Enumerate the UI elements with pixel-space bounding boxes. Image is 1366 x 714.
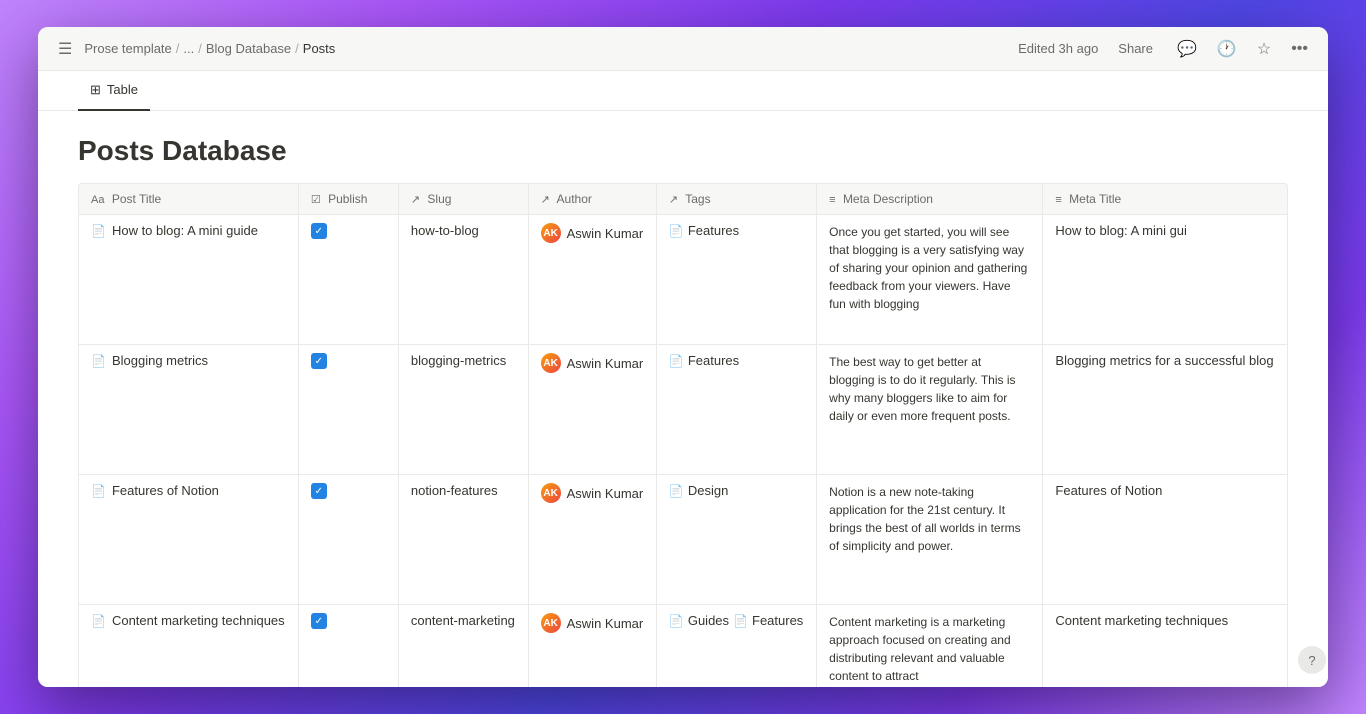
tag-icon: ↗ <box>669 194 678 206</box>
breadcrumb-item-posts[interactable]: Posts <box>303 41 336 56</box>
checkbox-1[interactable]: ✓ <box>311 353 327 369</box>
tabs-bar: ⊞ Table <box>38 71 1328 111</box>
cell-meta-title-2: Features of Notion <box>1043 475 1287 605</box>
help-button[interactable]: ? <box>1298 646 1326 674</box>
cell-meta-desc-0: Once you get started, you will see that … <box>817 215 1043 345</box>
content-area: ⊞ Table Posts Database Aa Post Title <box>38 71 1328 687</box>
tag-doc-icon-3b: 📄 <box>733 614 748 628</box>
page-title: Posts Database <box>78 135 1288 167</box>
menu-icon[interactable]: ☰ <box>54 35 76 63</box>
breadcrumb-item-prose[interactable]: Prose template <box>84 41 171 56</box>
tag-doc-icon-3a: 📄 <box>669 614 684 628</box>
page-content: Posts Database Aa Post Title ☑ Publish <box>38 111 1328 687</box>
person-icon: ↗ <box>541 194 550 206</box>
text-icon: Aa <box>91 194 104 206</box>
titlebar: ☰ Prose template / ... / Blog Database /… <box>38 27 1328 71</box>
doc-icon-1: 📄 <box>91 354 106 368</box>
checkbox-2[interactable]: ✓ <box>311 483 327 499</box>
tag-doc-icon-1: 📄 <box>669 354 684 368</box>
avatar-1: AK <box>541 353 561 373</box>
comment-icon[interactable]: 💬 <box>1173 35 1201 63</box>
col-tags: ↗ Tags <box>656 184 816 215</box>
cell-slug-1: blogging-metrics <box>398 345 528 475</box>
table-row: 📄 Features of Notion ✓ notion-features <box>79 475 1287 605</box>
posts-table: Aa Post Title ☑ Publish ↗ Slug <box>78 183 1288 687</box>
app-window: ☰ Prose template / ... / Blog Database /… <box>38 27 1328 687</box>
table-icon: ⊞ <box>90 82 101 98</box>
breadcrumb-sep-1: / <box>176 41 180 56</box>
checkbox-icon: ☑ <box>311 194 321 206</box>
avatar-2: AK <box>541 483 561 503</box>
titlebar-right: Edited 3h ago Share 💬 🕐 ☆ ••• <box>1018 35 1312 63</box>
checkbox-3[interactable]: ✓ <box>311 613 327 629</box>
cell-publish-1[interactable]: ✓ <box>298 345 398 475</box>
breadcrumb: Prose template / ... / Blog Database / P… <box>84 41 335 56</box>
tab-table[interactable]: ⊞ Table <box>78 71 150 111</box>
cell-publish-2[interactable]: ✓ <box>298 475 398 605</box>
cell-tags-1: 📄Features <box>656 345 816 475</box>
col-author: ↗ Author <box>528 184 656 215</box>
list-icon: ≡ <box>829 194 835 206</box>
col-publish: ☑ Publish <box>298 184 398 215</box>
cell-slug-3: content-marketing <box>398 605 528 688</box>
breadcrumb-item-ellipsis[interactable]: ... <box>183 41 194 56</box>
cell-author-3[interactable]: AK Aswin Kumar <box>528 605 656 688</box>
table-header-row: Aa Post Title ☑ Publish ↗ Slug <box>79 184 1287 215</box>
history-icon[interactable]: 🕐 <box>1213 35 1241 63</box>
breadcrumb-sep-2: / <box>198 41 202 56</box>
cell-author-1[interactable]: AK Aswin Kumar <box>528 345 656 475</box>
col-meta-description: ≡ Meta Description <box>817 184 1043 215</box>
cell-slug-0: how-to-blog <box>398 215 528 345</box>
cell-tags-0: 📄Features <box>656 215 816 345</box>
cell-slug-2: notion-features <box>398 475 528 605</box>
avatar-3: AK <box>541 613 561 633</box>
table-row: 📄 Content marketing techniques ✓ content… <box>79 605 1287 688</box>
doc-icon-0: 📄 <box>91 224 106 238</box>
cell-title-0[interactable]: 📄 How to blog: A mini guide <box>79 215 298 345</box>
breadcrumb-sep-3: / <box>295 41 299 56</box>
cell-title-1[interactable]: 📄 Blogging metrics <box>79 345 298 475</box>
doc-icon-2: 📄 <box>91 484 106 498</box>
cell-meta-desc-1: The best way to get better at blogging i… <box>817 345 1043 475</box>
titlebar-left: ☰ Prose template / ... / Blog Database /… <box>54 35 335 63</box>
table-row: 📄 Blogging metrics ✓ blogging-metrics <box>79 345 1287 475</box>
share-button[interactable]: Share <box>1110 37 1161 60</box>
more-options-icon[interactable]: ••• <box>1287 36 1312 62</box>
cell-title-3[interactable]: 📄 Content marketing techniques <box>79 605 298 688</box>
tag-doc-icon-0: 📄 <box>669 224 684 238</box>
cell-title-2[interactable]: 📄 Features of Notion <box>79 475 298 605</box>
link-icon: ↗ <box>411 194 420 206</box>
table-row: 📄 How to blog: A mini guide ✓ how-to-blo… <box>79 215 1287 345</box>
cell-author-2[interactable]: AK Aswin Kumar <box>528 475 656 605</box>
tab-table-label: Table <box>107 82 138 97</box>
avatar-0: AK <box>541 223 561 243</box>
edited-timestamp: Edited 3h ago <box>1018 41 1098 56</box>
cell-meta-desc-3: Content marketing is a marketing approac… <box>817 605 1043 688</box>
cell-meta-desc-2: Notion is a new note-taking application … <box>817 475 1043 605</box>
cell-meta-title-1: Blogging metrics for a successful blog <box>1043 345 1287 475</box>
col-slug: ↗ Slug <box>398 184 528 215</box>
cell-publish-0[interactable]: ✓ <box>298 215 398 345</box>
col-post-title: Aa Post Title <box>79 184 298 215</box>
favorite-icon[interactable]: ☆ <box>1253 35 1275 63</box>
cell-tags-2: 📄Design <box>656 475 816 605</box>
breadcrumb-item-blog[interactable]: Blog Database <box>206 41 291 56</box>
doc-icon-3: 📄 <box>91 614 106 628</box>
cell-meta-title-0: How to blog: A mini gui <box>1043 215 1287 345</box>
cell-publish-3[interactable]: ✓ <box>298 605 398 688</box>
tag-doc-icon-2: 📄 <box>669 484 684 498</box>
col-meta-title: ≡ Meta Title <box>1043 184 1287 215</box>
list-icon-2: ≡ <box>1055 194 1061 206</box>
cell-tags-3: 📄Guides 📄Features <box>656 605 816 688</box>
cell-meta-title-3: Content marketing techniques <box>1043 605 1287 688</box>
cell-author-0[interactable]: AK Aswin Kumar <box>528 215 656 345</box>
checkbox-0[interactable]: ✓ <box>311 223 327 239</box>
